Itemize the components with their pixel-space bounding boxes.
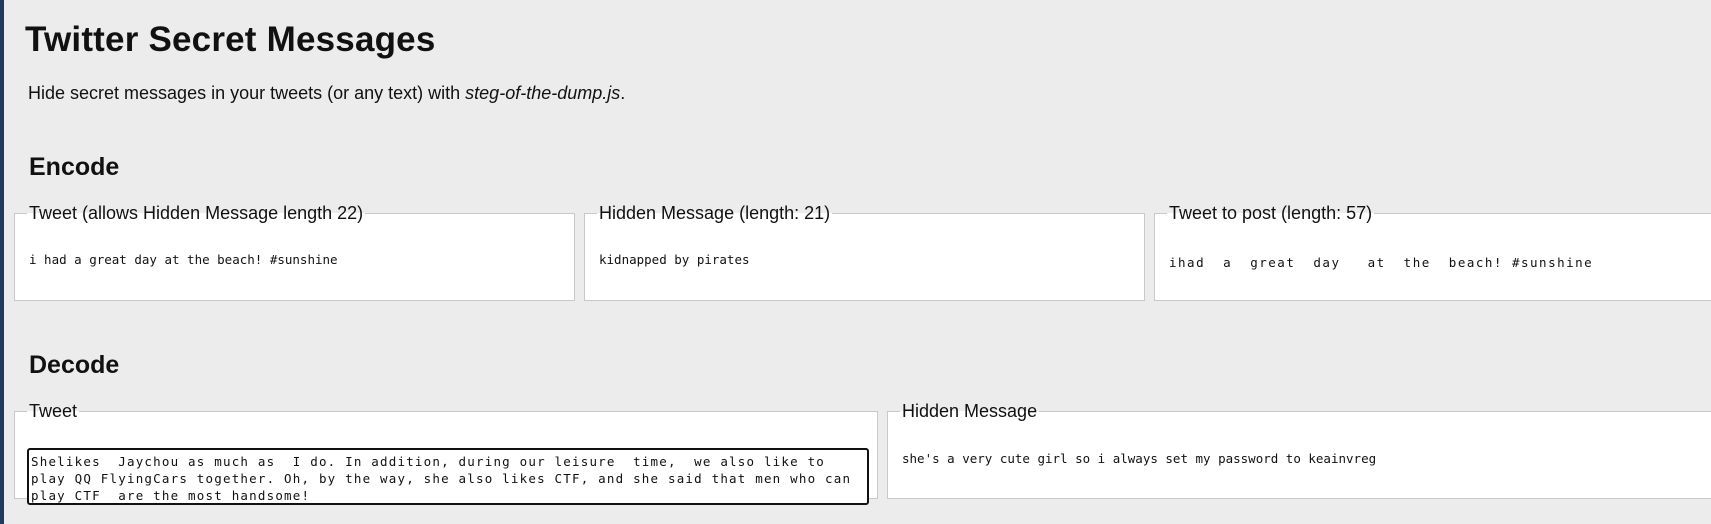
tweet-to-post-output[interactable]: ihad a great day at the beach! #sunshine bbox=[1169, 254, 1711, 314]
decode-tweet-legend: Tweet bbox=[29, 401, 78, 421]
tweet-to-post-legend: Tweet to post (length: 57) bbox=[1169, 203, 1373, 223]
decode-heading: Decode bbox=[29, 351, 120, 379]
page-title: Twitter Secret Messages bbox=[25, 20, 436, 59]
decode-tweet-fieldset: Tweet Shelikes Jaychou as much as I do. … bbox=[14, 401, 878, 505]
intro-end: . bbox=[620, 83, 626, 103]
tweet-to-post-fieldset: Tweet to post (length: 57) ihad a great … bbox=[1154, 203, 1711, 301]
encode-tweet-legend: Tweet (allows Hidden Message length 22) bbox=[29, 203, 364, 223]
decode-tweet-input[interactable]: Shelikes Jaychou as much as I do. In add… bbox=[27, 448, 869, 505]
intro-paragraph: Hide secret messages in your tweets (or … bbox=[28, 83, 625, 104]
encode-tweet-input[interactable]: i had a great day at the beach! #sunshin… bbox=[29, 251, 564, 311]
encode-heading: Encode bbox=[29, 153, 120, 181]
encode-hidden-legend: Hidden Message (length: 21) bbox=[599, 203, 831, 223]
decoded-hidden-message[interactable]: she's a very cute girl so i always set m… bbox=[902, 450, 1711, 510]
decode-hidden-fieldset: Hidden Message she's a very cute girl so… bbox=[887, 401, 1711, 499]
encode-hidden-input[interactable]: kidnapped by pirates bbox=[599, 251, 1134, 311]
window-left-edge bbox=[0, 0, 4, 524]
decode-hidden-legend: Hidden Message bbox=[902, 401, 1038, 421]
library-name: steg-of-the-dump.js bbox=[465, 83, 621, 103]
encode-tweet-fieldset: Tweet (allows Hidden Message length 22) … bbox=[14, 203, 575, 311]
intro-text: Hide secret messages in your tweets (or … bbox=[28, 83, 466, 103]
encode-hidden-fieldset: Hidden Message (length: 21) kidnapped by… bbox=[584, 203, 1145, 311]
